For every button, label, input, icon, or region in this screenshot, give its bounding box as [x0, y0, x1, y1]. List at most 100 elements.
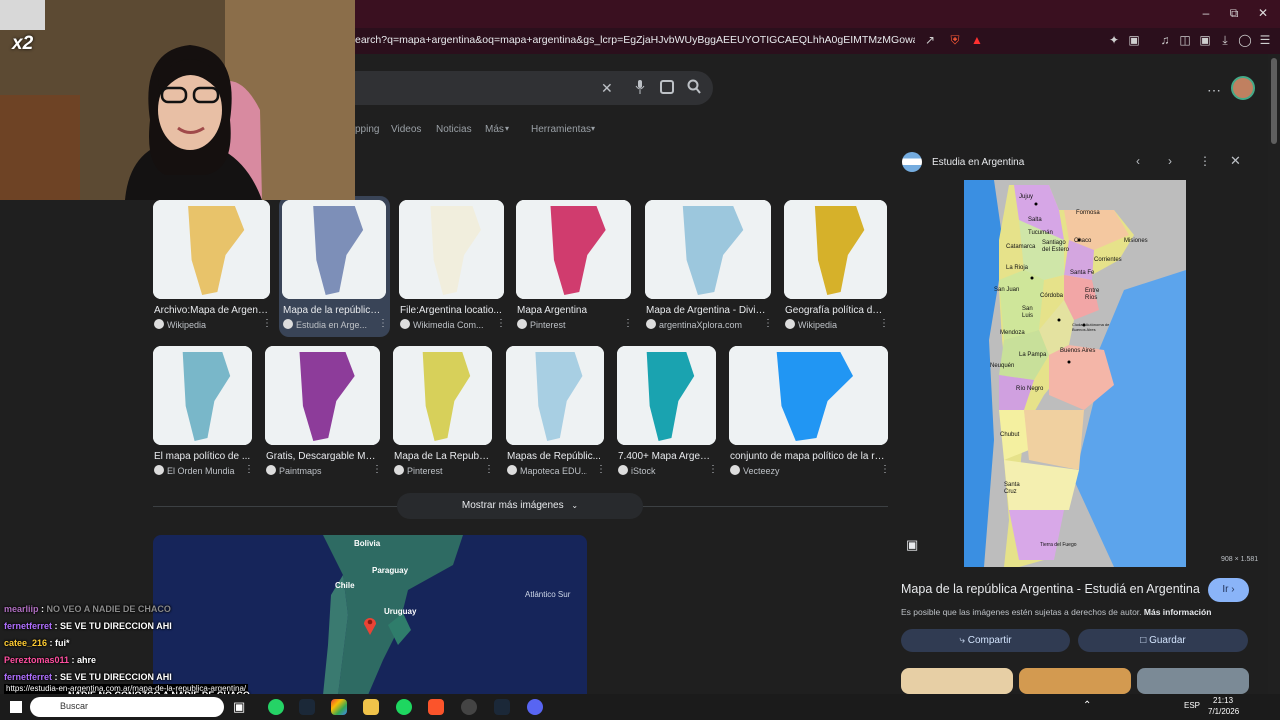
whatsapp-icon[interactable]	[268, 699, 284, 715]
clear-search-icon[interactable]: ✕	[601, 80, 613, 97]
discord-icon[interactable]	[527, 699, 543, 715]
image-result-title[interactable]: Mapa Argentina	[517, 305, 630, 316]
brave-shield-icon[interactable]: ⛨	[948, 33, 962, 47]
previous-icon[interactable]: ‹	[1136, 154, 1140, 168]
close-window-icon[interactable]: ✕	[1255, 6, 1271, 20]
panel-image-title[interactable]: Mapa de la república Argentina - Estudiá…	[901, 582, 1200, 596]
url-field[interactable]: earch?q=mapa+argentina&oq=mapa+argentina…	[355, 34, 915, 46]
more-options-icon[interactable]: ⋮	[623, 318, 633, 329]
image-result-thumbnail[interactable]	[729, 346, 888, 445]
image-result-thumbnail[interactable]	[153, 200, 270, 299]
extensions-icon[interactable]: ✦	[1107, 33, 1121, 47]
more-options-icon[interactable]: ⋮	[1199, 154, 1211, 168]
minimize-icon[interactable]: –	[1198, 6, 1214, 20]
image-result-thumbnail[interactable]	[393, 346, 492, 445]
more-options-icon[interactable]: ⋮	[879, 318, 889, 329]
steam-icon[interactable]	[299, 699, 315, 715]
related-image-thumb[interactable]	[1019, 668, 1131, 694]
image-result-title[interactable]: 7.400+ Mapa Argenti...	[618, 451, 715, 462]
more-options-icon[interactable]: ⋮	[372, 464, 382, 475]
image-result-thumbnail[interactable]	[282, 200, 386, 299]
image-result-source[interactable]: iStock	[618, 465, 699, 476]
share-button[interactable]: ⤷ Compartir	[901, 629, 1070, 652]
vpn-icon[interactable]: ◯	[1238, 33, 1252, 47]
screenshot-icon[interactable]: ▣	[1127, 33, 1141, 47]
menu-icon[interactable]: ☰	[1258, 33, 1272, 47]
tab-news[interactable]: Noticias	[436, 124, 472, 135]
image-result-title[interactable]: Mapa de Argentina - Divisi...	[646, 305, 770, 316]
image-result-source[interactable]: argentinaXplora.com	[646, 319, 754, 330]
brave-icon[interactable]	[428, 699, 444, 715]
image-result-thumbnail[interactable]	[516, 200, 631, 299]
apps-grid-icon[interactable]: ⋯	[1207, 82, 1221, 99]
file-explorer-icon[interactable]	[363, 699, 379, 715]
image-result-title[interactable]: El mapa político de ...	[154, 451, 251, 462]
close-panel-icon[interactable]: ✕	[1230, 153, 1241, 169]
wallet-icon[interactable]: ▣	[1198, 33, 1212, 47]
restore-icon[interactable]: ⧉	[1226, 6, 1242, 20]
search-icon[interactable]	[687, 79, 701, 95]
sidebar-icon[interactable]: ◫	[1178, 33, 1192, 47]
avatar[interactable]	[1231, 76, 1255, 100]
image-result-title[interactable]: Mapa de la república ...	[283, 305, 385, 316]
taskbar-search[interactable]: Buscar	[30, 697, 224, 717]
clock-time[interactable]: 21:13	[1213, 696, 1233, 705]
panel-site-name[interactable]: Estudia en Argentina	[932, 157, 1024, 168]
more-options-icon[interactable]: ⋮	[596, 464, 606, 475]
show-more-images-button[interactable]: Mostrar más imágenes ⌄	[397, 493, 643, 519]
steam-icon[interactable]	[494, 699, 510, 715]
related-image-thumb[interactable]	[1137, 668, 1249, 694]
map-pin-icon[interactable]	[363, 615, 377, 635]
image-result-thumbnail[interactable]	[399, 200, 504, 299]
more-options-icon[interactable]: ⋮	[880, 464, 890, 475]
search-box[interactable]: ✕	[355, 71, 713, 105]
tab-more[interactable]: Más	[485, 124, 504, 135]
language-indicator[interactable]: ESP	[1184, 701, 1200, 710]
image-result-source[interactable]: Pinterest	[517, 319, 614, 330]
image-result-source[interactable]: Paintmaps	[266, 465, 363, 476]
image-result-title[interactable]: Mapa de La Republi...	[394, 451, 491, 462]
clock-date[interactable]: 7/1/2026	[1208, 707, 1239, 716]
more-options-icon[interactable]: ⋮	[378, 318, 388, 329]
more-options-icon[interactable]: ⋮	[244, 464, 254, 475]
tab-videos[interactable]: Videos	[391, 124, 421, 135]
image-result-title[interactable]: Archivo:Mapa de Argentin...	[154, 305, 269, 316]
next-icon[interactable]: ›	[1168, 154, 1172, 168]
image-result-source[interactable]: Vecteezy	[730, 465, 871, 476]
image-result-title[interactable]: File:Argentina locatio...	[400, 305, 503, 316]
obs-icon[interactable]	[461, 699, 477, 715]
image-result-thumbnail[interactable]	[506, 346, 604, 445]
visit-button[interactable]: Ir ›	[1208, 578, 1249, 602]
spotify-icon[interactable]	[396, 699, 412, 715]
lens-search-icon[interactable]	[660, 80, 674, 94]
copilot-icon[interactable]	[331, 699, 347, 715]
tab-tools[interactable]: Herramientas	[531, 124, 591, 135]
image-result-thumbnail[interactable]	[153, 346, 252, 445]
more-info-link[interactable]: Más información	[1144, 607, 1212, 617]
scrollbar-thumb[interactable]	[1271, 58, 1277, 144]
image-result-title[interactable]: Gratis, Descargable Ma...	[266, 451, 379, 462]
image-result-source[interactable]: Mapoteca EDU...	[507, 465, 587, 476]
tab-shopping[interactable]: pping	[355, 124, 379, 135]
related-image-thumb[interactable]	[901, 668, 1013, 694]
save-button[interactable]: □ Guardar	[1078, 629, 1248, 652]
image-result-source[interactable]: Estudia en Arge...	[283, 319, 369, 330]
image-result-source[interactable]: Wikimedia Com...	[400, 319, 487, 330]
argentina-map-preview[interactable]: Jujuy Salta Formosa Chaco Catamarca Sant…	[964, 180, 1186, 567]
more-options-icon[interactable]: ⋮	[262, 318, 272, 329]
more-options-icon[interactable]: ⋮	[708, 464, 718, 475]
lens-icon[interactable]: ▣	[906, 537, 918, 553]
tray-chevron-icon[interactable]: ⌃	[1083, 700, 1091, 711]
media-icon[interactable]: ♫	[1158, 33, 1172, 47]
voice-search-icon[interactable]	[635, 79, 645, 95]
more-options-icon[interactable]: ⋮	[763, 318, 773, 329]
image-result-thumbnail[interactable]	[265, 346, 380, 445]
download-icon[interactable]: ⤓	[1218, 33, 1232, 47]
page-scrollbar[interactable]	[1268, 54, 1280, 694]
image-result-thumbnail[interactable]	[617, 346, 716, 445]
image-result-source[interactable]: Wikipedia	[785, 319, 870, 330]
image-result-title[interactable]: conjunto de mapa político de la rep...	[730, 451, 887, 462]
more-options-icon[interactable]: ⋮	[496, 318, 506, 329]
image-result-source[interactable]: Pinterest	[394, 465, 475, 476]
image-result-thumbnail[interactable]	[784, 200, 887, 299]
